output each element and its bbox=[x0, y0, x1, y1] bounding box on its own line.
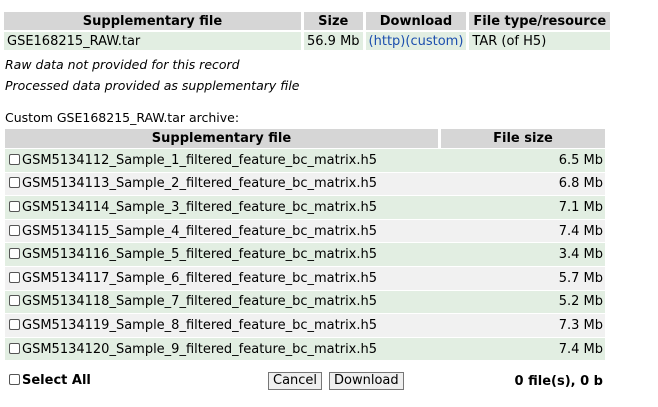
archive-file-name: GSM5134120_Sample_9_filtered_feature_bc_… bbox=[22, 341, 378, 357]
archive-file-name: GSM5134114_Sample_3_filtered_feature_bc_… bbox=[22, 199, 378, 215]
header-download: Download bbox=[365, 12, 467, 30]
table-row: GSM5134117_Sample_6_filtered_feature_bc_… bbox=[5, 265, 605, 290]
selection-status: 0 file(s), 0 b bbox=[514, 374, 603, 389]
archive-file-size: 5.7 Mb bbox=[441, 265, 605, 290]
header-file-type: File type/resource bbox=[469, 12, 611, 30]
archive-file-cell: GSM5134114_Sample_3_filtered_feature_bc_… bbox=[5, 195, 441, 219]
custom-archive-label: Custom GSE168215_RAW.tar archive: bbox=[5, 110, 240, 125]
file-checkbox[interactable] bbox=[9, 153, 20, 165]
download-links: (http)(custom) bbox=[365, 32, 467, 50]
table-row: GSM5134116_Sample_5_filtered_feature_bc_… bbox=[5, 242, 605, 266]
archive-file-cell: GSM5134117_Sample_6_filtered_feature_bc_… bbox=[5, 265, 441, 290]
archive-file-name: GSM5134113_Sample_2_filtered_feature_bc_… bbox=[22, 176, 378, 192]
archive-file-size: 7.4 Mb bbox=[441, 218, 605, 243]
raw-data-note: Raw data not provided for this record bbox=[5, 57, 240, 72]
archive-file-name: GSM5134119_Sample_8_filtered_feature_bc_… bbox=[22, 317, 378, 333]
header-archive-file: Supplementary file bbox=[5, 129, 441, 148]
supplementary-header-row: Supplementary file Size Download File ty… bbox=[4, 12, 611, 30]
file-checkbox[interactable] bbox=[9, 342, 20, 354]
custom-archive-table: Supplementary file File size GSM5134112_… bbox=[5, 129, 605, 361]
archive-file-size: 6.5 Mb bbox=[441, 148, 605, 172]
cancel-button[interactable]: Cancel bbox=[268, 372, 323, 390]
archive-file-cell: GSM5134120_Sample_9_filtered_feature_bc_… bbox=[5, 336, 441, 361]
file-checkbox[interactable] bbox=[9, 177, 20, 189]
table-row: GSM5134118_Sample_7_filtered_feature_bc_… bbox=[5, 289, 605, 314]
archive-file-name: GSM5134112_Sample_1_filtered_feature_bc_… bbox=[22, 152, 378, 168]
select-all-label: Select All bbox=[22, 373, 91, 388]
archive-file-size: 7.3 Mb bbox=[441, 313, 605, 337]
processed-data-note: Processed data provided as supplementary… bbox=[5, 78, 300, 93]
download-http-link[interactable]: (http) bbox=[369, 34, 406, 49]
archive-file-name: GSM5134118_Sample_7_filtered_feature_bc_… bbox=[22, 294, 378, 310]
archive-rows: GSM5134112_Sample_1_filtered_feature_bc_… bbox=[5, 148, 605, 361]
file-checkbox[interactable] bbox=[9, 200, 20, 212]
archive-file-size: 7.4 Mb bbox=[441, 336, 605, 361]
supplementary-file-type: TAR (of H5) bbox=[469, 32, 611, 50]
archive-file-name: GSM5134116_Sample_5_filtered_feature_bc_… bbox=[22, 247, 378, 263]
file-checkbox[interactable] bbox=[9, 271, 20, 283]
supplementary-file-name: GSE168215_RAW.tar bbox=[4, 32, 301, 50]
archive-file-cell: GSM5134115_Sample_4_filtered_feature_bc_… bbox=[5, 218, 441, 243]
file-checkbox[interactable] bbox=[9, 224, 20, 236]
archive-file-name: GSM5134115_Sample_4_filtered_feature_bc_… bbox=[22, 223, 378, 239]
archive-file-cell: GSM5134119_Sample_8_filtered_feature_bc_… bbox=[5, 313, 441, 337]
header-size: Size bbox=[304, 12, 363, 30]
archive-file-cell: GSM5134113_Sample_2_filtered_feature_bc_… bbox=[5, 171, 441, 196]
supplementary-file-size: 56.9 Mb bbox=[304, 32, 363, 50]
download-button[interactable]: Download bbox=[329, 372, 404, 390]
file-checkbox[interactable] bbox=[9, 318, 20, 330]
archive-file-size: 6.8 Mb bbox=[441, 171, 605, 196]
supplementary-row: GSE168215_RAW.tar 56.9 Mb (http)(custom)… bbox=[4, 32, 611, 50]
archive-file-cell: GSM5134112_Sample_1_filtered_feature_bc_… bbox=[5, 148, 441, 172]
file-checkbox[interactable] bbox=[9, 248, 20, 260]
table-row: GSM5134120_Sample_9_filtered_feature_bc_… bbox=[5, 336, 605, 361]
table-row: GSM5134114_Sample_3_filtered_feature_bc_… bbox=[5, 195, 605, 219]
table-row: GSM5134112_Sample_1_filtered_feature_bc_… bbox=[5, 148, 605, 172]
archive-header-row: Supplementary file File size bbox=[5, 129, 605, 148]
header-archive-file-size: File size bbox=[441, 129, 605, 148]
file-checkbox[interactable] bbox=[9, 295, 20, 307]
table-row: GSM5134115_Sample_4_filtered_feature_bc_… bbox=[5, 218, 605, 243]
archive-file-name: GSM5134117_Sample_6_filtered_feature_bc_… bbox=[22, 270, 378, 286]
download-custom-link[interactable]: (custom) bbox=[405, 34, 463, 49]
table-row: GSM5134113_Sample_2_filtered_feature_bc_… bbox=[5, 171, 605, 196]
select-all-checkbox[interactable] bbox=[9, 374, 20, 385]
archive-file-size: 3.4 Mb bbox=[441, 242, 605, 266]
supplementary-file-table: Supplementary file Size Download File ty… bbox=[1, 10, 613, 52]
archive-file-size: 5.2 Mb bbox=[441, 289, 605, 314]
select-all[interactable]: Select All bbox=[9, 373, 91, 388]
header-supplementary-file: Supplementary file bbox=[4, 12, 301, 30]
archive-file-size: 7.1 Mb bbox=[441, 195, 605, 219]
archive-file-cell: GSM5134118_Sample_7_filtered_feature_bc_… bbox=[5, 289, 441, 314]
archive-file-cell: GSM5134116_Sample_5_filtered_feature_bc_… bbox=[5, 242, 441, 266]
table-row: GSM5134119_Sample_8_filtered_feature_bc_… bbox=[5, 313, 605, 337]
